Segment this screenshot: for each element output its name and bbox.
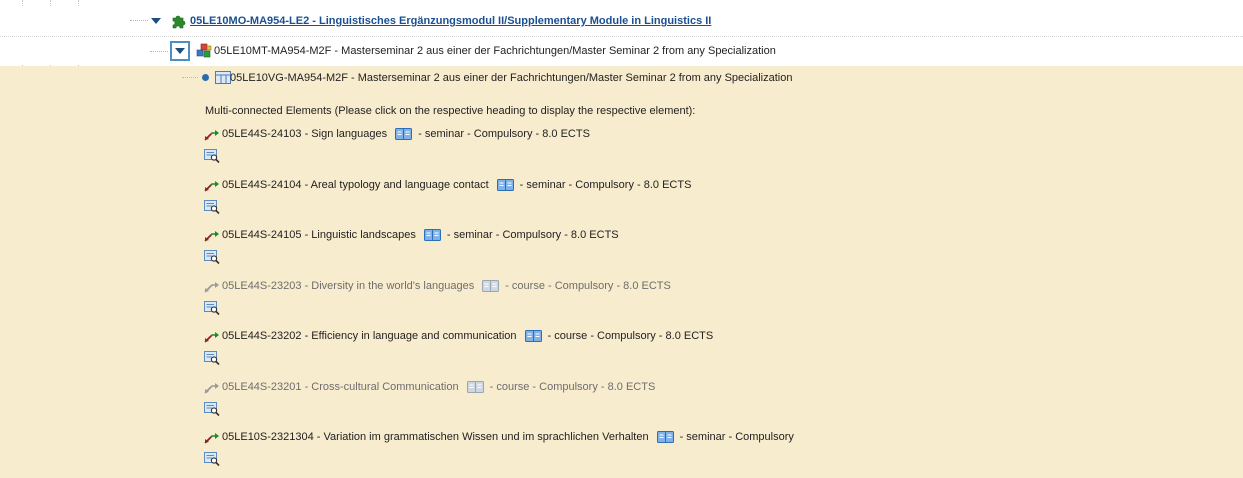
link-arrows-icon (204, 130, 219, 141)
module-title-link[interactable]: 05LE10MO-MA954-LE2 - Linguistisches Ergä… (190, 14, 711, 28)
search-details-icon[interactable] (204, 401, 220, 417)
course-details: - seminar - Compulsory - 8.0 ECTS (519, 178, 692, 191)
course-link[interactable]: 05LE44S-23201 - Cross-cultural Communica… (222, 381, 459, 393)
search-details-icon[interactable] (204, 148, 220, 164)
link-arrows-icon (204, 281, 219, 293)
blocks-icon (196, 43, 212, 58)
tree-row-module: 05LE10MO-MA954-LE2 - Linguistisches Ergä… (0, 6, 1243, 37)
course-details: - course - Compulsory - 8.0 ECTS (505, 279, 671, 292)
book-icon[interactable] (524, 330, 542, 342)
book-icon[interactable] (423, 229, 441, 241)
search-details-icon[interactable] (204, 199, 220, 215)
tree-connector (182, 77, 198, 78)
course-row: 05LE44S-24104 - Areal typology and langu… (202, 177, 691, 193)
bullet-icon (202, 74, 209, 81)
tree-row-submodule: 05LE10MT-MA954-M2F - Masterseminar 2 aus… (0, 37, 1243, 65)
course-link[interactable]: 05LE44S-24103 - Sign languages (222, 128, 387, 140)
submodule-title[interactable]: 05LE10MT-MA954-M2F - Masterseminar 2 aus… (214, 44, 776, 58)
course-link[interactable]: 05LE44S-24105 - Linguistic landscapes (222, 229, 416, 241)
multi-connected-label: Multi-connected Elements (Please click o… (205, 105, 696, 117)
course-row: 05LE44S-23201 - Cross-cultural Communica… (202, 379, 655, 395)
course-link[interactable]: 05LE44S-24104 - Areal typology and langu… (222, 179, 489, 191)
tree-connector (150, 51, 168, 52)
selected-event-panel: 05LE10VG-MA954-M2F - Masterseminar 2 aus… (0, 66, 1243, 478)
course-details: - course - Compulsory - 8.0 ECTS (489, 380, 656, 393)
book-icon[interactable] (656, 431, 674, 443)
course-row: 05LE44S-23202 - Efficiency in language a… (202, 328, 713, 344)
book-icon[interactable] (395, 128, 413, 140)
event-title[interactable]: 05LE10VG-MA954-M2F - Masterseminar 2 aus… (230, 71, 792, 85)
book-icon[interactable] (466, 380, 484, 393)
course-details: - seminar - Compulsory - 8.0 ECTS (418, 128, 590, 140)
tree-connector (130, 20, 148, 21)
course-link[interactable]: 05LE44S-23202 - Efficiency in language a… (222, 330, 517, 342)
course-link[interactable]: 05LE44S-23203 - Diversity in the world's… (222, 280, 474, 292)
puzzle-icon (172, 15, 186, 29)
course-details: - seminar - Compulsory (679, 431, 794, 443)
collapse-toggle-module[interactable] (149, 14, 163, 28)
course-row: 05LE44S-24103 - Sign languages - seminar … (202, 126, 590, 142)
search-details-icon[interactable] (204, 350, 220, 366)
search-details-icon[interactable] (204, 249, 220, 265)
course-row: 05LE10S-2321304 - Variation im grammatis… (202, 429, 794, 445)
course-details: - seminar - Compulsory - 8.0 ECTS (446, 229, 619, 241)
course-details: - course - Compulsory - 8.0 ECTS (547, 330, 714, 342)
course-row: 05LE44S-23203 - Diversity in the world's… (202, 278, 671, 294)
course-row: 05LE44S-24105 - Linguistic landscapes - s… (202, 227, 619, 243)
link-arrows-icon (204, 231, 219, 242)
course-link[interactable]: 05LE10S-2321304 - Variation im grammatis… (222, 431, 649, 443)
search-details-icon[interactable] (204, 451, 220, 467)
collapse-toggle-submodule[interactable] (170, 41, 190, 61)
link-arrows-icon (204, 332, 219, 343)
link-arrows-icon (204, 433, 219, 444)
search-details-icon[interactable] (204, 300, 220, 316)
link-arrows-icon (204, 180, 219, 192)
chevron-down-icon (175, 48, 185, 54)
link-arrows-icon (204, 382, 219, 394)
book-icon[interactable] (496, 178, 514, 191)
book-icon[interactable] (482, 279, 500, 292)
chevron-down-icon (151, 18, 161, 24)
